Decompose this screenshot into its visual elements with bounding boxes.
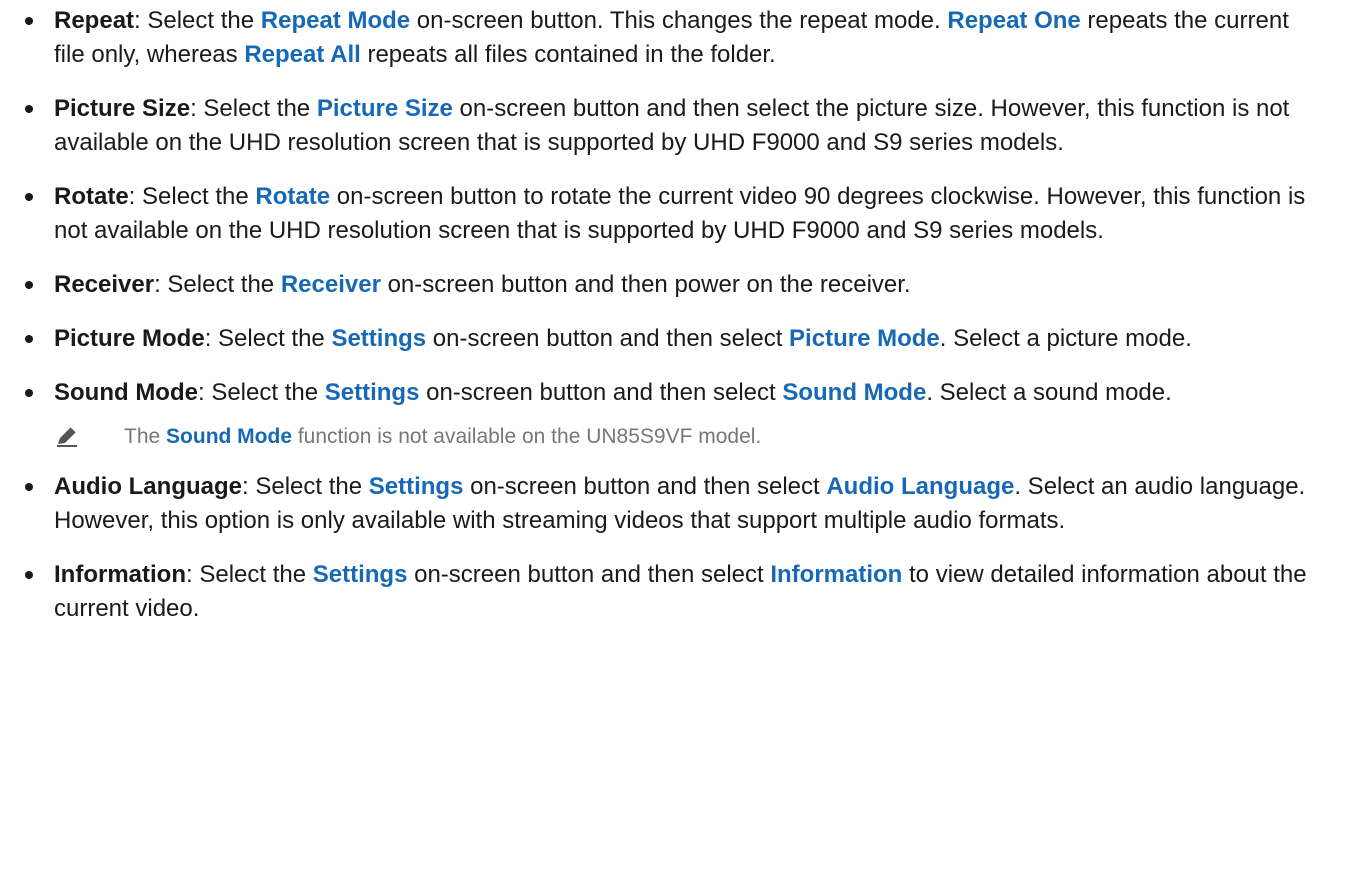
body-text: The [124,425,167,448]
ui-term-picture-mode: Picture Mode [789,325,940,352]
body-text: repeats all files contained in the folde… [360,41,776,68]
bullet-item-picture-mode: Picture Mode: Select the Settings on-scr… [16,322,1316,356]
ui-term-picture-size: Picture Size [316,95,453,122]
body-text: : Select the [128,183,256,210]
bullet-item-information: Information: Select the Settings on-scre… [16,558,1316,626]
body-text: on-screen button and then power on the r… [380,271,911,298]
feature-term: Receiver [54,271,155,298]
body-text: function is not available on the UN85S9V… [292,425,762,448]
bullet-dot-icon [25,483,33,491]
ui-term-repeat-mode: Repeat Mode [260,7,411,34]
ui-term-sound-mode: Sound Mode [782,379,927,406]
feature-term: Rotate [54,183,129,210]
body-text: : Select the [242,473,369,500]
note: The Sound Mode function is not available… [16,422,1316,452]
bullet-dot-icon [25,281,33,289]
feature-term: Information [54,561,186,588]
body-text: . Select a sound mode. [926,379,1172,406]
bullet-item-audio-language: Audio Language: Select the Settings on-s… [16,470,1316,538]
bullet-dot-icon [25,17,33,25]
body-text: : Select the [190,95,317,122]
bullet-dot-icon [25,105,33,113]
body-text: : Select the [204,325,332,352]
feature-bullet-list: Repeat: Select the Repeat Mode on-screen… [16,4,1316,626]
ui-term-rotate: Rotate [255,183,331,210]
bullet-dot-icon [25,193,33,201]
bullet-item-receiver: Receiver: Select the Receiver on-screen … [16,268,1316,302]
body-text: on-screen button and then select [419,379,783,406]
body-text: : Select the [134,7,261,34]
bullet-dot-icon [25,389,33,397]
body-text: . Select a picture mode. [939,325,1192,352]
bullet-item-rotate: Rotate: Select the Rotate on-screen butt… [16,180,1316,248]
ui-term-sound-mode: Sound Mode [166,425,293,448]
ui-term-settings: Settings [312,561,408,588]
body-text: on-screen button and then select [426,325,790,352]
ui-term-repeat-one: Repeat One [947,7,1081,34]
feature-term: Sound Mode [54,379,198,406]
ui-term-repeat-all: Repeat All [244,41,361,68]
feature-term: Audio Language [54,473,242,500]
ui-term-receiver: Receiver [280,271,381,298]
ui-term-information: Information [770,561,903,588]
bullet-dot-icon [25,335,33,343]
ui-term-settings: Settings [324,379,420,406]
ui-term-settings: Settings [368,473,464,500]
ui-term-audio-language: Audio Language [826,473,1015,500]
body-text: on-screen button and then select [463,473,827,500]
bullet-dot-icon [25,571,33,579]
pencil-icon [57,426,77,447]
feature-term: Repeat [54,7,135,34]
feature-term: Picture Size [54,95,191,122]
feature-term: Picture Mode [54,325,205,352]
body-text: : Select the [197,379,325,406]
bullet-item-repeat: Repeat: Select the Repeat Mode on-screen… [16,4,1316,72]
body-text: on-screen button and then select [407,561,771,588]
ui-term-settings: Settings [331,325,427,352]
body-text: on-screen button. This changes the repea… [410,7,948,34]
body-text: : Select the [154,271,281,298]
manual-page: Repeat: Select the Repeat Mode on-screen… [0,0,1346,884]
body-text: : Select the [186,561,313,588]
bullet-item-picture-size: Picture Size: Select the Picture Size on… [16,92,1316,160]
bullet-item-sound-mode: Sound Mode: Select the Settings on-scree… [16,376,1316,410]
